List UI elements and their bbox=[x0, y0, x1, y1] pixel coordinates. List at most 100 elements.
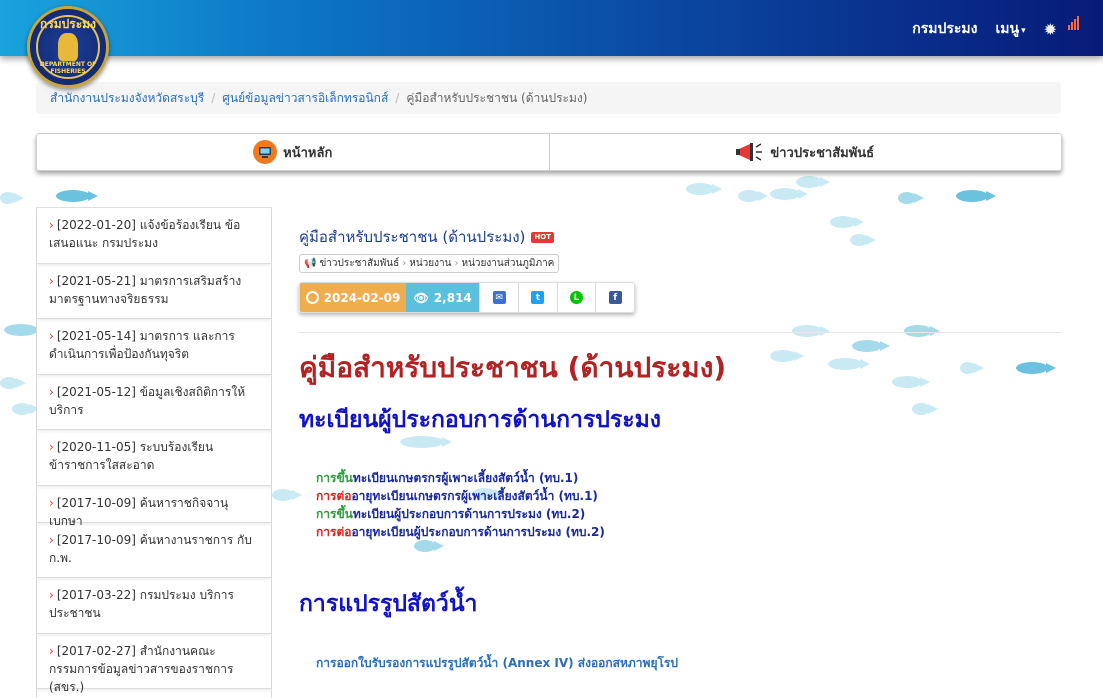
fish-decoration bbox=[850, 234, 876, 246]
sidebar-item-label: [2017-10-09] ค้นหางานราชการ กับ ก.พ. bbox=[49, 532, 252, 565]
sidebar-item[interactable]: › [2021-05-14] มาตรการ และการดำเนินการเพื… bbox=[37, 319, 271, 375]
chevron-right-icon: › bbox=[454, 258, 459, 269]
sidebar-item[interactable]: › [2021-05-12] ข้อมูลเชิงสถิติการให้บริกา… bbox=[37, 375, 271, 430]
fish-decoration bbox=[1016, 362, 1056, 374]
fish-decoration bbox=[892, 376, 930, 388]
sidebar-item[interactable]: › [2022-01-20] แจ้งข้อร้องเรียน ข้อเสนอแน… bbox=[37, 208, 271, 264]
nav-menu-label: เมนู bbox=[995, 21, 1020, 37]
fish-decoration bbox=[738, 190, 768, 202]
breadcrumb: สำนักงานประมงจังหวัดสระบุรี / ศูนย์ข้อมู… bbox=[36, 82, 1061, 114]
processing-certificate-link[interactable]: การออกใบรับรองการแปรรูปสัตว์น้ำ (Annex I… bbox=[316, 654, 678, 673]
fish-decoration bbox=[830, 216, 864, 228]
article-meta-bar: 2024-02-09 👁 2,814 ✉ t L f bbox=[299, 282, 635, 313]
eye-icon: 👁 bbox=[413, 290, 429, 305]
fish-decoration bbox=[852, 340, 890, 352]
line-icon: L bbox=[570, 291, 583, 304]
views-count: 2,814 bbox=[433, 290, 472, 305]
registration-link[interactable]: การขึ้นทะเบียนผู้ประกอบการด้านการประมง (… bbox=[316, 505, 605, 523]
link-text: ทะเบียนเกษตรกรผู้เพาะเลี้ยงสัตว์น้ำ (ทบ.… bbox=[352, 471, 579, 485]
twitter-icon: t bbox=[531, 291, 545, 304]
tag-link[interactable]: หน่วยงานส่วนภูมิภาค bbox=[462, 256, 555, 271]
fish-decoration bbox=[956, 190, 996, 202]
registration-link[interactable]: การขึ้นทะเบียนเกษตรกรผู้เพาะเลี้ยงสัตว์น… bbox=[316, 469, 605, 487]
fish-decoration bbox=[0, 192, 24, 204]
chevron-right-icon: › bbox=[402, 258, 407, 269]
breadcrumb-link-info-center[interactable]: ศูนย์ข้อมูลข่าวสารอิเล็กทรอนิกส์ bbox=[222, 89, 388, 108]
sidebar-item[interactable]: › [2020-11-05] ระบบร้องเรียนข้าราชการใสสะ… bbox=[37, 430, 271, 486]
sidebar-item-label: [2017-02-27] สำนักงานคณะกรรมการข้อมูลข่า… bbox=[49, 643, 234, 694]
sidebar-news-list: › [2022-01-20] แจ้งข้อร้องเรียน ข้อเสนอแน… bbox=[36, 207, 272, 698]
nav-link-menu[interactable]: เมนู ▾ bbox=[995, 18, 1025, 40]
sidebar-item[interactable]: › [2021-05-21] มาตรการเสริมสร้างมาตรฐานทา… bbox=[37, 264, 271, 319]
link-prefix: การขึ้น bbox=[316, 507, 353, 521]
breadcrumb-separator: / bbox=[395, 91, 400, 105]
fish-decoration bbox=[796, 176, 830, 188]
tab-home-label: หน้าหลัก bbox=[283, 145, 333, 161]
chevron-right-icon: › bbox=[49, 218, 54, 232]
link-text: อายุทะเบียนเกษตรกรผู้เพาะเลี้ยงสัตว์น้ำ … bbox=[351, 489, 598, 503]
fish-decoration bbox=[770, 188, 808, 200]
chevron-right-icon: › bbox=[49, 273, 54, 288]
article-title: คู่มือสำหรับประชาชน (ด้านประมง) HOT bbox=[299, 225, 554, 249]
sidebar-item[interactable]: › [2017-03-22] กรมประมง บริการประชาชน bbox=[37, 578, 271, 634]
hot-badge: HOT bbox=[531, 231, 554, 243]
fish-decoration bbox=[828, 358, 870, 370]
page-heading: คู่มือสำหรับประชาชน (ด้านประมง) bbox=[299, 351, 727, 384]
chevron-right-icon: › bbox=[49, 532, 54, 547]
registration-link[interactable]: การต่ออายุทะเบียนเกษตรกรผู้เพาะเลี้ยงสัต… bbox=[316, 487, 605, 505]
share-facebook-button[interactable]: f bbox=[595, 283, 634, 312]
nav-link-department[interactable]: กรมประมง bbox=[912, 18, 977, 40]
fish-decoration bbox=[904, 325, 940, 337]
fish-decoration bbox=[272, 489, 302, 501]
share-line-button[interactable]: L bbox=[556, 283, 596, 312]
sidebar-item[interactable]: › [2017-10-09] ค้นหางานราชการ กับ ก.พ. bbox=[37, 523, 271, 578]
sidebar-item-label: [2021-05-14] มาตรการ และการดำเนินการเพื่… bbox=[49, 329, 235, 361]
sidebar-item[interactable]: › [2017-02-27] สำนักงานคณะกรรมการข้อมูลข่… bbox=[37, 634, 271, 694]
share-email-button[interactable]: ✉ bbox=[479, 283, 519, 312]
date-text: 2024-02-09 bbox=[323, 290, 401, 305]
sidebar-item-label: [2021-05-12] ข้อมูลเชิงสถิติการให้บริการ bbox=[49, 384, 246, 417]
facebook-icon: f bbox=[608, 291, 622, 304]
registration-links: การขึ้นทะเบียนเกษตรกรผู้เพาะเลี้ยงสัตว์น… bbox=[316, 469, 605, 541]
article-tags: 📢 ข่าวประชาสัมพันธ์ › หน่วยงาน › หน่วยงา… bbox=[299, 254, 560, 273]
top-header-bar: กรมประมง เมนู ▾ ✹ bbox=[0, 0, 1103, 56]
link-prefix: การต่อ bbox=[316, 489, 352, 503]
fish-decoration bbox=[912, 403, 938, 415]
breadcrumb-current: คู่มือสำหรับประชาชน (ด้านประมง) bbox=[406, 90, 588, 105]
megaphone-icon bbox=[736, 141, 764, 163]
views-badge: 👁 2,814 bbox=[406, 283, 480, 312]
breadcrumb-link-office[interactable]: สำนักงานประมงจังหวัดสระบุรี bbox=[50, 89, 204, 108]
gear-icon[interactable]: ✹ bbox=[1044, 20, 1057, 39]
signal-bars-icon[interactable] bbox=[1067, 14, 1079, 30]
link-text: อายุทะเบียนผู้ประกอบการด้านการประมง (ทบ.… bbox=[351, 525, 605, 539]
megaphone-icon: 📢 bbox=[304, 258, 317, 269]
fish-decoration bbox=[898, 192, 924, 204]
link-prefix: การขึ้น bbox=[316, 471, 353, 485]
share-twitter-button[interactable]: t bbox=[518, 283, 557, 312]
department-logo[interactable]: กรมประมง DEPARTMENT OF FISHERIES bbox=[27, 6, 109, 88]
breadcrumb-separator: / bbox=[211, 91, 216, 105]
tab-news[interactable]: ข่าวประชาสัมพันธ์ bbox=[548, 134, 1062, 170]
chevron-down-icon: ▾ bbox=[1021, 26, 1026, 36]
chevron-right-icon: › bbox=[49, 329, 54, 343]
chevron-right-icon: › bbox=[49, 588, 54, 602]
tag-link[interactable]: หน่วยงาน bbox=[409, 256, 451, 271]
logo-text-top: กรมประมง bbox=[40, 17, 96, 31]
clock-icon bbox=[305, 291, 319, 304]
sidebar-item[interactable]: › [2017-10-09] ค้นหาราชกิจจานุเบกษา bbox=[37, 486, 271, 528]
chevron-right-icon: › bbox=[49, 440, 54, 454]
fish-decoration bbox=[12, 403, 40, 415]
registration-link[interactable]: การต่ออายุทะเบียนผู้ประกอบการด้านการประม… bbox=[316, 523, 605, 541]
section-heading-registration: ทะเบียนผู้ประกอบการด้านการประมง bbox=[299, 407, 661, 433]
fish-decoration bbox=[686, 183, 722, 195]
fish-decoration bbox=[770, 350, 804, 362]
date-badge: 2024-02-09 bbox=[300, 283, 407, 312]
section-heading-processing: การแปรรูปสัตว์น้ำ bbox=[299, 591, 478, 617]
fish-decoration bbox=[960, 362, 984, 374]
tab-home[interactable]: หน้าหลัก bbox=[37, 134, 549, 170]
header-nav: กรมประมง เมนู ▾ ✹ bbox=[894, 16, 1079, 40]
fish-decoration bbox=[4, 324, 46, 336]
fish-decoration bbox=[0, 377, 26, 389]
article-title-text: คู่มือสำหรับประชาชน (ด้านประมง) bbox=[299, 228, 526, 246]
tag-link[interactable]: ข่าวประชาสัมพันธ์ bbox=[319, 256, 399, 271]
